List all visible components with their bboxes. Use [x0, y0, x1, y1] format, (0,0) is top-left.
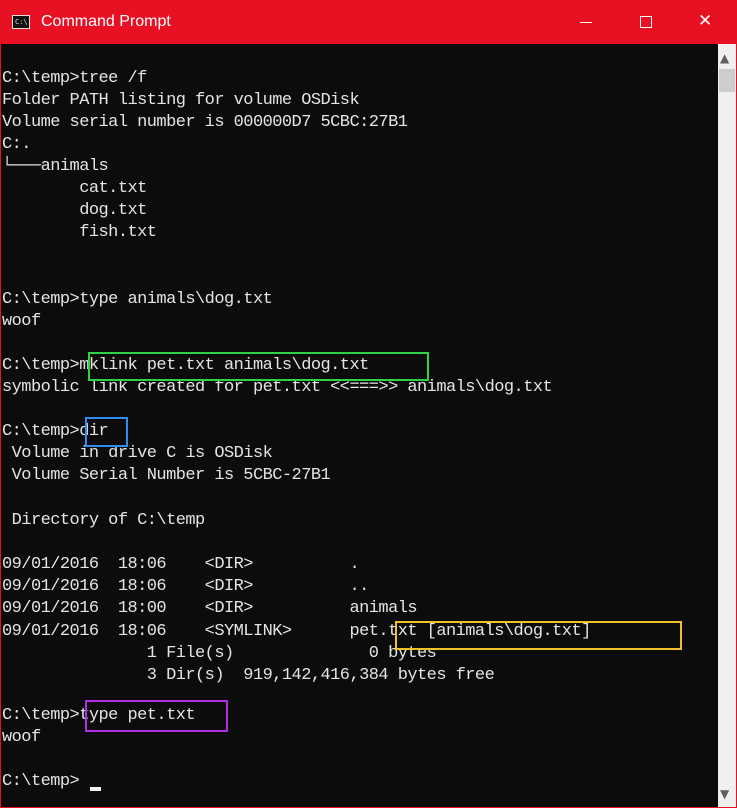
console-line: C:\temp>tree /f: [2, 69, 147, 88]
console-output[interactable]: C:\temp>tree /f Folder PATH listing for …: [1, 44, 718, 807]
minimize-button[interactable]: [556, 1, 616, 44]
cmd-icon-text: C:\.: [15, 18, 32, 26]
highlight-dir: [85, 417, 128, 447]
console-line: woof: [2, 728, 41, 747]
maximize-button[interactable]: [616, 1, 676, 44]
cmd-icon: C:\.: [12, 15, 32, 29]
console-line: woof: [2, 312, 41, 331]
console-line: 09/01/2016 18:06 <DIR> .: [2, 555, 360, 574]
window-title: Command Prompt: [41, 13, 171, 30]
minimize-icon: [580, 22, 592, 23]
console-line: Volume serial number is 000000D7 5CBC:27…: [2, 113, 408, 132]
console-line: fish.txt: [2, 223, 157, 242]
console-line: Volume Serial Number is 5CBC-27B1: [2, 466, 331, 485]
console-line: C:.: [2, 135, 32, 154]
scroll-up-icon[interactable]: ▲: [720, 51, 729, 65]
console-line: C:\temp>type animals\dog.txt: [2, 290, 273, 309]
console-line: └───animals: [2, 157, 109, 176]
console-line: 09/01/2016 18:06 <DIR> ..: [2, 577, 369, 596]
console-line: Directory of C:\temp: [2, 511, 206, 530]
highlight-type-pet: [85, 700, 228, 732]
text-cursor: [90, 787, 101, 791]
console-line: cat.txt: [2, 179, 147, 198]
close-icon: ✕: [698, 11, 713, 31]
console-line: 1 File(s) 0 bytes: [2, 644, 437, 663]
maximize-icon: [640, 16, 652, 28]
vertical-scrollbar[interactable]: ▲ ▼: [718, 44, 736, 807]
console-line: 3 Dir(s) 919,142,416,384 bytes free: [2, 666, 495, 685]
console-line: dog.txt: [2, 201, 147, 220]
console-line: C:\temp>: [2, 772, 80, 791]
close-button[interactable]: ✕: [676, 1, 736, 44]
command-prompt-window: C:\. Command Prompt ✕ C:\temp>tree /f Fo…: [0, 0, 737, 808]
highlight-mklink: [88, 352, 429, 381]
scroll-down-icon[interactable]: ▼: [720, 787, 729, 801]
highlight-symlink: [395, 621, 682, 650]
console-line: 09/01/2016 18:00 <DIR> animals: [2, 599, 418, 618]
scroll-thumb[interactable]: [719, 69, 735, 92]
title-bar[interactable]: C:\. Command Prompt ✕: [1, 1, 736, 44]
console-line: Volume in drive C is OSDisk: [2, 444, 273, 463]
console-line: Folder PATH listing for volume OSDisk: [2, 91, 360, 110]
